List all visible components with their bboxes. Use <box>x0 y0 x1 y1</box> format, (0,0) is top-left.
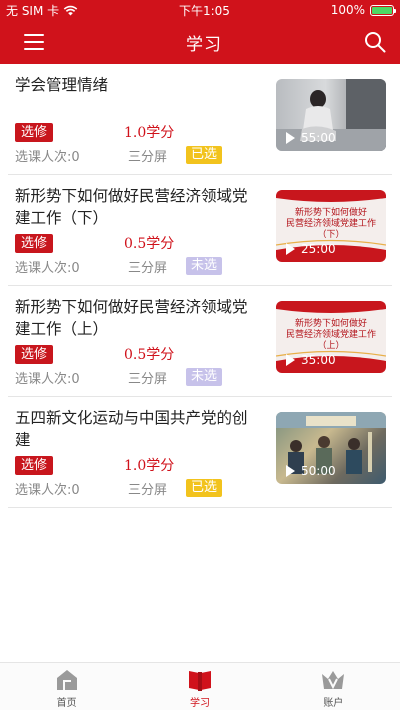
battery-icon <box>370 4 396 16</box>
course-item[interactable]: 学会管理情绪 选修 1.0学分 选课人次:0 三分屏 已选 55:00 <box>8 64 392 175</box>
course-thumbnail[interactable]: 55:00 <box>276 79 386 151</box>
course-type-badge: 选修 <box>15 123 54 142</box>
status-badge: 未选 <box>186 368 223 386</box>
menu-line <box>24 34 44 36</box>
status-bar: 无 SIM 卡 下午1:05 100% <box>0 0 400 20</box>
play-overlay: 55:00 <box>286 131 336 145</box>
course-thumbnail[interactable]: 新形势下如何做好 民营经济领域党建工作 （下） 25:00 <box>276 190 386 262</box>
thumb-caption-line: 新形势下如何做好 <box>294 319 367 329</box>
thumb-caption-line: （上） <box>317 341 345 351</box>
top-bar: 无 SIM 卡 下午1:05 100% 学习 <box>0 0 400 64</box>
screen-type: 三分屏 <box>128 483 168 498</box>
menu-icon[interactable] <box>24 34 44 50</box>
video-duration: 50:00 <box>301 464 336 478</box>
course-credit: 0.5学分 <box>124 236 175 252</box>
course-list: 学会管理情绪 选修 1.0学分 选课人次:0 三分屏 已选 55:00 新形势下… <box>0 64 400 508</box>
course-title: 学会管理情绪 <box>15 76 109 94</box>
tab-study[interactable]: 学习 <box>133 663 266 710</box>
enroll-count: 选课人次:0 <box>15 483 80 498</box>
thumb-caption-line: 新形势下如何做好 <box>294 208 367 218</box>
wifi-icon <box>63 5 78 15</box>
status-left: 无 SIM 卡 <box>6 2 78 19</box>
enroll-count: 选课人次:0 <box>15 372 80 387</box>
course-thumbnail[interactable]: 50:00 <box>276 412 386 484</box>
video-duration: 35:00 <box>301 353 336 367</box>
battery-percent: 100% <box>330 3 365 17</box>
tab-home[interactable]: 首页 <box>0 663 133 710</box>
tab-account[interactable]: 账户 <box>267 663 400 710</box>
course-credit: 1.0学分 <box>124 458 175 474</box>
course-type-badge: 选修 <box>15 234 54 253</box>
thumb-caption: 新形势下如何做好 民营经济领域党建工作 （下） <box>276 208 386 241</box>
thumb-caption-line: （下） <box>317 230 345 240</box>
carrier-label: 无 SIM 卡 <box>6 3 60 18</box>
crown-v-icon <box>322 671 345 690</box>
course-title: 新形势下如何做好民营经济领域党建工作（上） <box>15 298 248 338</box>
play-overlay: 25:00 <box>286 242 336 256</box>
page-title: 学习 <box>186 34 222 55</box>
book-icon <box>188 671 211 691</box>
play-icon <box>286 132 295 144</box>
enroll-count: 选课人次:0 <box>15 261 80 276</box>
menu-line <box>24 48 44 50</box>
play-overlay: 35:00 <box>286 353 336 367</box>
course-item[interactable]: 新形势下如何做好民营经济领域党建工作（上） 选修 0.5学分 选课人次:0 三分… <box>8 286 392 397</box>
course-type-badge: 选修 <box>15 345 54 364</box>
course-credit: 0.5学分 <box>124 347 175 363</box>
battery-fill <box>372 6 392 14</box>
course-type-badge: 选修 <box>15 456 54 475</box>
tab-label: 账户 <box>323 698 344 709</box>
video-duration: 55:00 <box>301 131 336 145</box>
status-badge: 未选 <box>186 257 223 275</box>
course-title: 五四新文化运动与中国共产党的创建 <box>15 409 248 449</box>
tab-label: 学习 <box>189 698 210 709</box>
screen-type: 三分屏 <box>128 372 168 387</box>
home-icon <box>56 670 77 690</box>
tab-bar: 首页 学习 账户 <box>0 662 400 710</box>
thumb-caption-line: 民营经济领域党建工作 <box>285 219 376 229</box>
enroll-count: 选课人次:0 <box>15 150 80 165</box>
course-title: 新形势下如何做好民营经济领域党建工作（下） <box>15 187 248 227</box>
tab-label: 首页 <box>56 698 77 709</box>
course-item[interactable]: 新形势下如何做好民营经济领域党建工作（下） 选修 0.5学分 选课人次:0 三分… <box>8 175 392 286</box>
search-icon[interactable] <box>364 31 386 53</box>
play-overlay: 50:00 <box>286 464 336 478</box>
status-time: 下午1:05 <box>178 3 230 18</box>
menu-line <box>24 41 44 43</box>
play-icon <box>286 465 295 477</box>
course-thumbnail[interactable]: 新形势下如何做好 民营经济领域党建工作 （上） 35:00 <box>276 301 386 373</box>
video-duration: 25:00 <box>301 242 336 256</box>
screen-type: 三分屏 <box>128 150 168 165</box>
play-icon <box>286 243 295 255</box>
screen-type: 三分屏 <box>128 261 168 276</box>
status-badge: 已选 <box>186 479 223 497</box>
nav-bar: 学习 <box>0 20 400 64</box>
status-badge: 已选 <box>186 146 223 164</box>
thumb-caption: 新形势下如何做好 民营经济领域党建工作 （上） <box>276 319 386 352</box>
course-credit: 1.0学分 <box>124 125 175 141</box>
status-right: 100% <box>330 3 396 17</box>
course-item[interactable]: 五四新文化运动与中国共产党的创建 选修 1.0学分 选课人次:0 三分屏 已选 … <box>8 397 392 508</box>
thumb-caption-line: 民营经济领域党建工作 <box>285 330 376 340</box>
play-icon <box>286 354 295 366</box>
